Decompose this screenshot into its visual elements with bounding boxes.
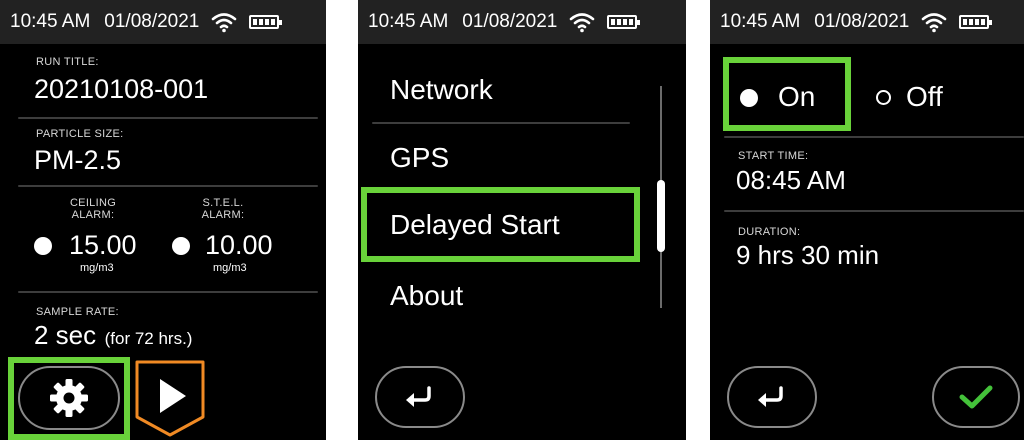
divider <box>724 210 1024 212</box>
divider <box>18 185 318 187</box>
ceiling-alarm-label-1: CEILING <box>69 197 117 209</box>
battery-icon <box>607 15 641 29</box>
divider <box>18 117 318 119</box>
stel-alarm-unit: mg/m3 <box>213 262 247 274</box>
on-option-highlight <box>723 57 851 131</box>
status-date: 01/08/2021 <box>462 11 558 32</box>
particle-size-value[interactable]: PM-2.5 <box>34 145 121 176</box>
status-time: 10:45 AM <box>368 11 449 32</box>
ceiling-alarm-value: 15.00 <box>69 230 137 260</box>
start-time-label: START TIME: <box>738 150 809 162</box>
stel-alarm-indicator <box>172 237 190 255</box>
sample-rate-value: 2 sec <box>34 320 97 350</box>
stel-alarm-value: 10.00 <box>205 230 273 260</box>
divider <box>372 122 630 124</box>
status-bar: 10:45 AM 01/08/2021 <box>358 0 686 44</box>
run-title-value[interactable]: 20210108-001 <box>34 74 208 105</box>
back-button[interactable] <box>375 366 465 428</box>
stel-alarm-label-2: ALARM: <box>201 209 245 221</box>
menu-item-network[interactable]: Network <box>390 74 493 106</box>
status-bar: 10:45 AM 01/08/2021 <box>0 0 326 44</box>
battery-icon <box>249 15 283 29</box>
battery-icon <box>959 15 993 29</box>
back-button[interactable] <box>727 366 817 428</box>
checkmark-icon <box>959 385 993 409</box>
menu-item-gps[interactable]: GPS <box>390 142 449 174</box>
back-arrow-icon <box>406 386 431 407</box>
sample-rate[interactable]: 2 sec (for 72 hrs.) <box>34 320 192 351</box>
off-label: Off <box>906 81 943 112</box>
ceiling-alarm-unit: mg/m3 <box>80 262 114 274</box>
wifi-icon <box>212 13 237 33</box>
off-radio <box>876 90 891 105</box>
sample-rate-note: (for 72 hrs.) <box>104 329 193 348</box>
status-time: 10:45 AM <box>720 11 801 32</box>
run-setup-screen: 10:45 AM 01/08/2021 RUN TITLE: 20210108-… <box>0 0 326 440</box>
ceiling-alarm-label-2: ALARM: <box>71 209 115 221</box>
settings-menu-screen: 10:45 AM 01/08/2021 Network GPS Delayed … <box>358 0 686 440</box>
divider <box>724 136 1024 138</box>
particle-size-label: PARTICLE SIZE: <box>36 128 124 140</box>
play-button[interactable] <box>134 359 206 440</box>
ceiling-alarm-indicator <box>34 237 52 255</box>
run-title-label: RUN TITLE: <box>36 56 99 68</box>
status-date: 01/08/2021 <box>104 11 200 32</box>
status-time: 10:45 AM <box>10 11 91 32</box>
wifi-icon <box>922 13 947 33</box>
duration-label: DURATION: <box>738 226 801 238</box>
start-time-value[interactable]: 08:45 AM <box>736 165 846 196</box>
delayed-start-highlight <box>361 187 640 262</box>
wifi-icon <box>570 13 595 33</box>
duration-value[interactable]: 9 hrs 30 min <box>736 240 879 271</box>
divider <box>18 291 318 293</box>
status-date: 01/08/2021 <box>814 11 910 32</box>
delayed-start-screen: 10:45 AM 01/08/2021 On Off START TIME: 0… <box>710 0 1024 440</box>
sample-rate-label: SAMPLE RATE: <box>36 306 119 318</box>
scrollbar-thumb[interactable] <box>657 180 665 252</box>
settings-button-highlight <box>8 357 130 440</box>
menu-item-about[interactable]: About <box>390 280 463 312</box>
back-arrow-icon <box>758 386 783 407</box>
stel-alarm-label-1: S.T.E.L. <box>202 197 244 209</box>
confirm-button[interactable] <box>932 366 1020 428</box>
status-bar: 10:45 AM 01/08/2021 <box>710 0 1024 44</box>
